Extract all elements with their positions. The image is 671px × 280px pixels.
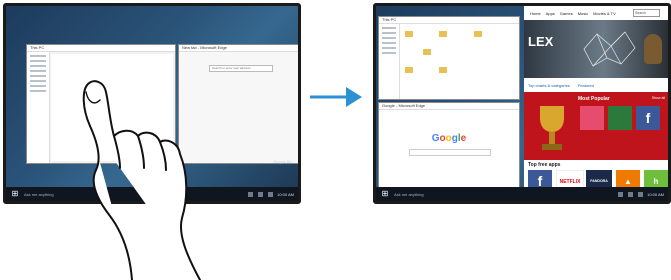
top-charts-link[interactable]: Top charts & categories bbox=[528, 83, 570, 88]
edge-address-input[interactable]: Search or enter web address bbox=[209, 65, 273, 72]
store-links: Top charts & categories Featured bbox=[524, 80, 668, 90]
arrow-right-icon bbox=[310, 87, 362, 107]
hero-graphic-icon bbox=[583, 31, 636, 67]
taskbar-search[interactable]: Ask me anything bbox=[394, 192, 424, 197]
folder-icon[interactable] bbox=[405, 31, 413, 37]
file-explorer-window[interactable]: This PC bbox=[378, 16, 520, 100]
store-nav: Home Apps Games Music Movies & TV Search bbox=[524, 6, 668, 20]
store-search-input[interactable]: Search bbox=[633, 9, 660, 17]
teddy-bear-icon bbox=[644, 34, 662, 64]
top-free-apps-title: Top free apps bbox=[528, 162, 561, 168]
explorer-nav-pane[interactable] bbox=[27, 52, 50, 163]
explorer-title: This PC bbox=[27, 45, 175, 52]
folder-icon[interactable] bbox=[405, 67, 413, 73]
edge-title: Google - Microsoft Edge bbox=[379, 103, 519, 110]
hero-text: LEX bbox=[528, 34, 554, 49]
store-window[interactable]: Home Apps Games Music Movies & TV Search… bbox=[524, 6, 668, 187]
edge-window[interactable]: Google - Microsoft Edge Google bbox=[378, 102, 520, 190]
google-logo: Google bbox=[379, 133, 519, 144]
screen-after-snap: This PC Google - Microsoft Edge Google H bbox=[373, 3, 671, 204]
app-tile-facebook[interactable]: f bbox=[636, 106, 660, 130]
google-search-input[interactable] bbox=[409, 149, 491, 156]
google-logo-letter: G bbox=[431, 133, 440, 144]
app-tile-vlc[interactable]: ▲ bbox=[616, 170, 640, 187]
taskbar-search[interactable]: Ask me anything bbox=[24, 192, 54, 197]
store-nav-apps[interactable]: Apps bbox=[546, 11, 555, 16]
google-logo-letter: e bbox=[460, 133, 467, 144]
folder-icon[interactable] bbox=[439, 67, 448, 73]
action-center-icon[interactable] bbox=[638, 191, 644, 197]
most-popular-title: Most Popular bbox=[578, 96, 610, 102]
explorer-folders bbox=[403, 26, 513, 80]
featured-link[interactable]: Featured bbox=[578, 83, 594, 88]
store-hero-banner[interactable]: LEX bbox=[524, 20, 668, 78]
folder-icon[interactable] bbox=[473, 31, 482, 37]
explorer-body bbox=[379, 24, 519, 99]
app-tile-facebook[interactable]: f bbox=[528, 170, 552, 187]
show-all-link[interactable]: Show all bbox=[652, 96, 665, 100]
explorer-nav-pane[interactable] bbox=[379, 24, 400, 99]
app-tile-solitaire[interactable] bbox=[608, 106, 632, 130]
app-tile-netflix[interactable]: NETFLIX bbox=[556, 170, 584, 187]
taskbar: ⊞ Ask me anything 10:00 AM bbox=[376, 187, 668, 201]
store-nav-music[interactable]: Music bbox=[578, 11, 588, 16]
app-tile-candy[interactable] bbox=[580, 106, 604, 130]
action-center-icon[interactable] bbox=[268, 191, 274, 197]
windows-start-icon[interactable]: ⊞ bbox=[9, 188, 21, 200]
volume-icon[interactable] bbox=[258, 191, 264, 197]
edge-title: New tab - Microsoft Edge bbox=[179, 45, 298, 52]
taskbar-clock[interactable]: 10:00 AM bbox=[647, 192, 664, 197]
app-tile-pandora[interactable]: PANDORA bbox=[586, 170, 612, 187]
network-icon[interactable] bbox=[618, 191, 624, 197]
store-nav-home[interactable]: Home bbox=[530, 11, 541, 16]
folder-icon[interactable] bbox=[423, 49, 431, 55]
app-tile-hulu[interactable]: h bbox=[644, 170, 668, 187]
tray-icons bbox=[618, 191, 644, 197]
taskbar-clock[interactable]: 10:00 AM bbox=[277, 192, 294, 197]
store-nav-movies[interactable]: Movies & TV bbox=[593, 11, 616, 16]
tray-icons bbox=[248, 191, 274, 197]
volume-icon[interactable] bbox=[628, 191, 634, 197]
trophy-icon bbox=[540, 106, 564, 150]
folder-icon[interactable] bbox=[439, 31, 448, 37]
network-icon[interactable] bbox=[248, 191, 254, 197]
most-popular-section: Most Popular Show all f bbox=[524, 92, 668, 160]
store-nav-games[interactable]: Games bbox=[560, 11, 573, 16]
finger-swipe-hand-icon bbox=[82, 80, 201, 280]
recycle-bin-label[interactable]: Recycle Bin bbox=[274, 160, 292, 164]
windows-start-icon[interactable]: ⊞ bbox=[379, 188, 391, 200]
explorer-title: This PC bbox=[379, 17, 519, 24]
